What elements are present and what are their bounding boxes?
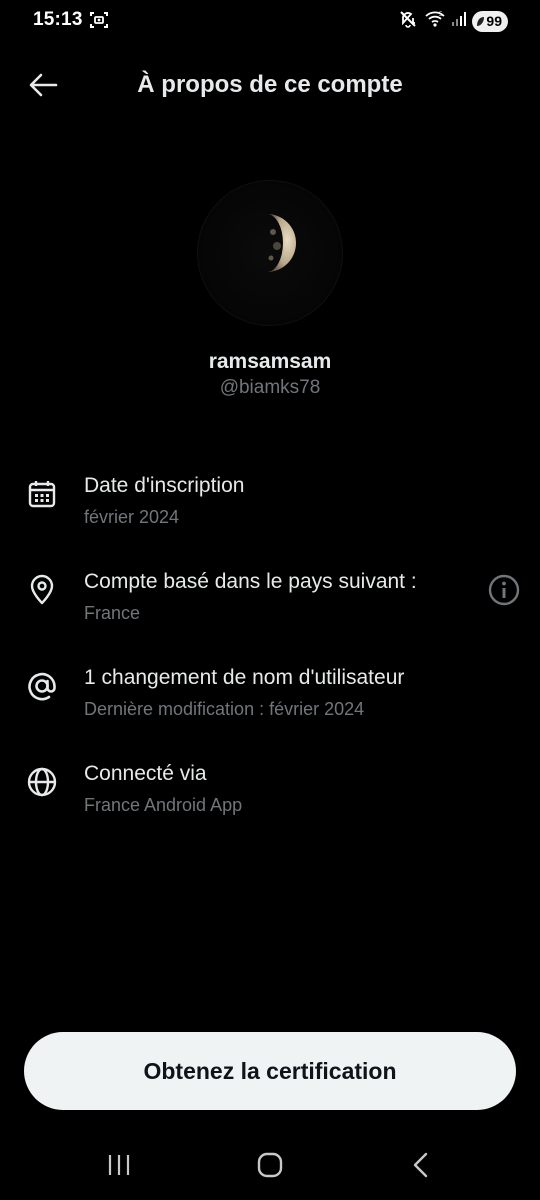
at-sign-icon [24,668,60,704]
info-value: février 2024 [84,507,180,527]
status-time: 15:13 [33,9,83,30]
home-button[interactable] [250,1148,290,1182]
calendar-icon [24,476,60,512]
location-pin-icon [24,572,60,608]
page-title: À propos de ce compte [137,71,403,98]
top-bar: À propos de ce compte [0,58,540,114]
info-label: 1 changement de nom d'utilisateur [84,666,405,689]
system-nav-bar [0,1130,540,1200]
system-back-button[interactable] [401,1148,441,1182]
battery-icon: 99 [472,11,508,32]
wifi-icon: 5 [424,9,446,34]
signal-icon [452,11,467,32]
battery-level: 99 [486,13,502,29]
mute-icon [398,9,418,34]
get-verified-button[interactable]: Obtenez la certification [24,1032,516,1110]
status-bar: 15:13 5 99 [0,0,540,40]
info-item-connected-via: Connecté via France Android App [0,762,540,832]
avatar[interactable] [197,180,343,326]
info-value: France [84,603,141,623]
info-label: Connecté via [84,762,207,785]
info-item-username-changes: 1 changement de nom d'utilisateur Derniè… [0,666,540,736]
half-moon-image [267,214,296,272]
username-handle: @biamks78 [219,377,321,398]
info-item-country: Compte basé dans le pays suivant : Franc… [0,570,540,640]
info-label: Compte basé dans le pays suivant : [84,570,417,593]
info-item-join-date: Date d'inscription février 2024 [0,474,540,544]
home-icon [257,1152,283,1178]
screenshot-icon [89,10,109,35]
info-value: Dernière modification : février 2024 [84,699,365,719]
status-icons: 5 99 [398,9,508,34]
info-label: Date d'inscription [84,474,245,497]
globe-icon [24,764,60,800]
info-value: France Android App [84,795,243,815]
recents-icon [108,1155,130,1175]
back-icon [413,1152,428,1178]
display-name: ramsamsam [208,350,332,373]
recents-button[interactable] [99,1148,139,1182]
info-icon[interactable] [486,572,522,608]
